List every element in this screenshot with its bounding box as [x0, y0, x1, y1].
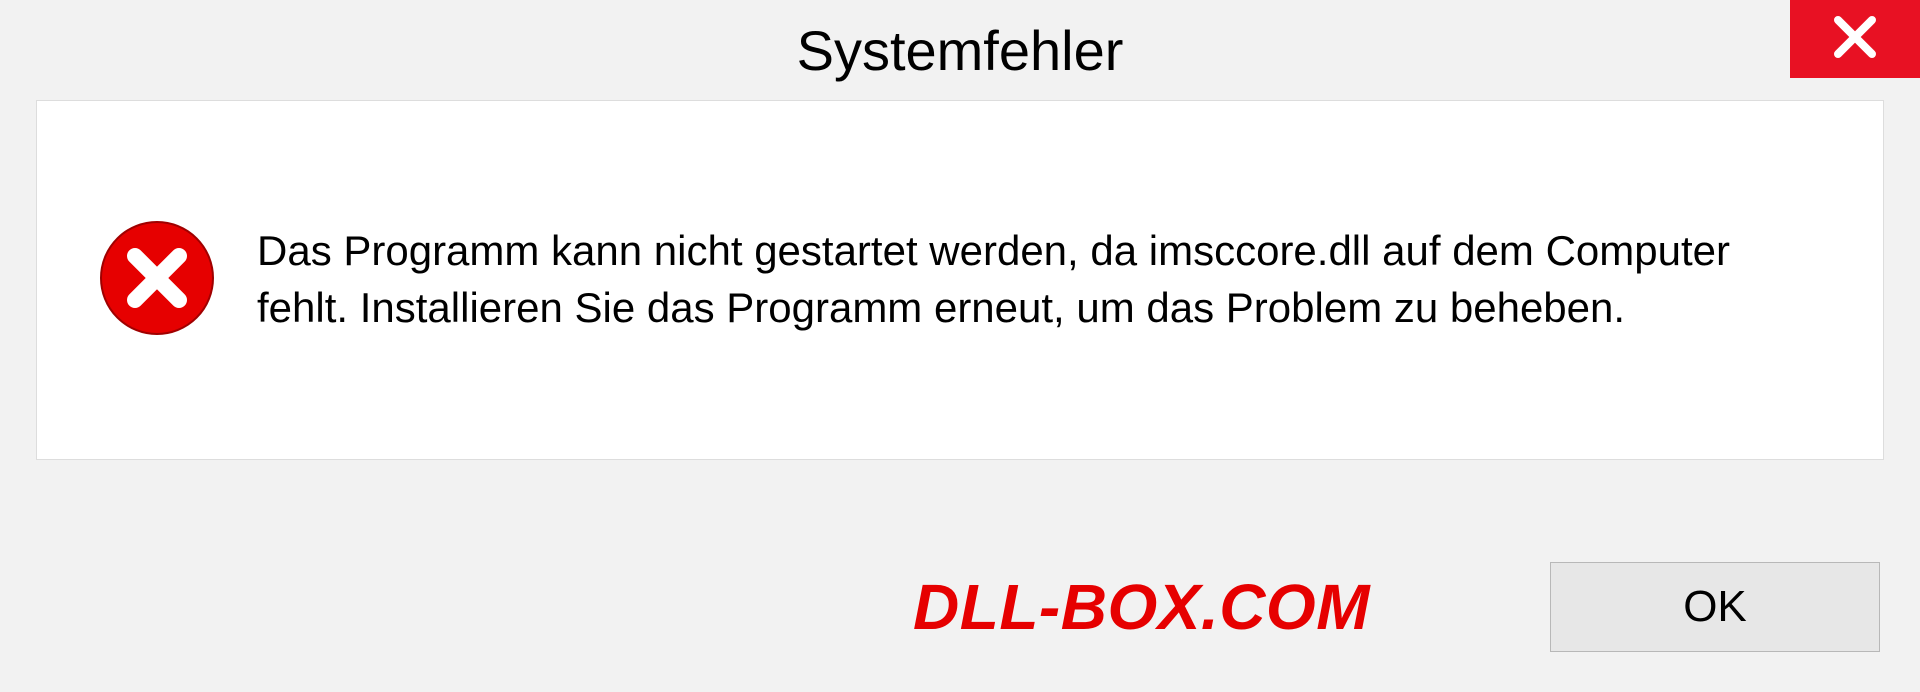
ok-button[interactable]: OK — [1550, 562, 1880, 652]
error-icon — [97, 218, 217, 343]
content-panel: Das Programm kann nicht gestartet werden… — [36, 100, 1884, 460]
titlebar: Systemfehler — [0, 0, 1920, 100]
footer: DLL-BOX.COM OK — [0, 552, 1920, 662]
error-message: Das Programm kann nicht gestartet werden… — [257, 223, 1813, 336]
dialog-title: Systemfehler — [797, 18, 1124, 83]
watermark-text: DLL-BOX.COM — [913, 570, 1370, 644]
close-icon — [1832, 14, 1878, 65]
close-button[interactable] — [1790, 0, 1920, 78]
ok-button-label: OK — [1683, 582, 1747, 632]
